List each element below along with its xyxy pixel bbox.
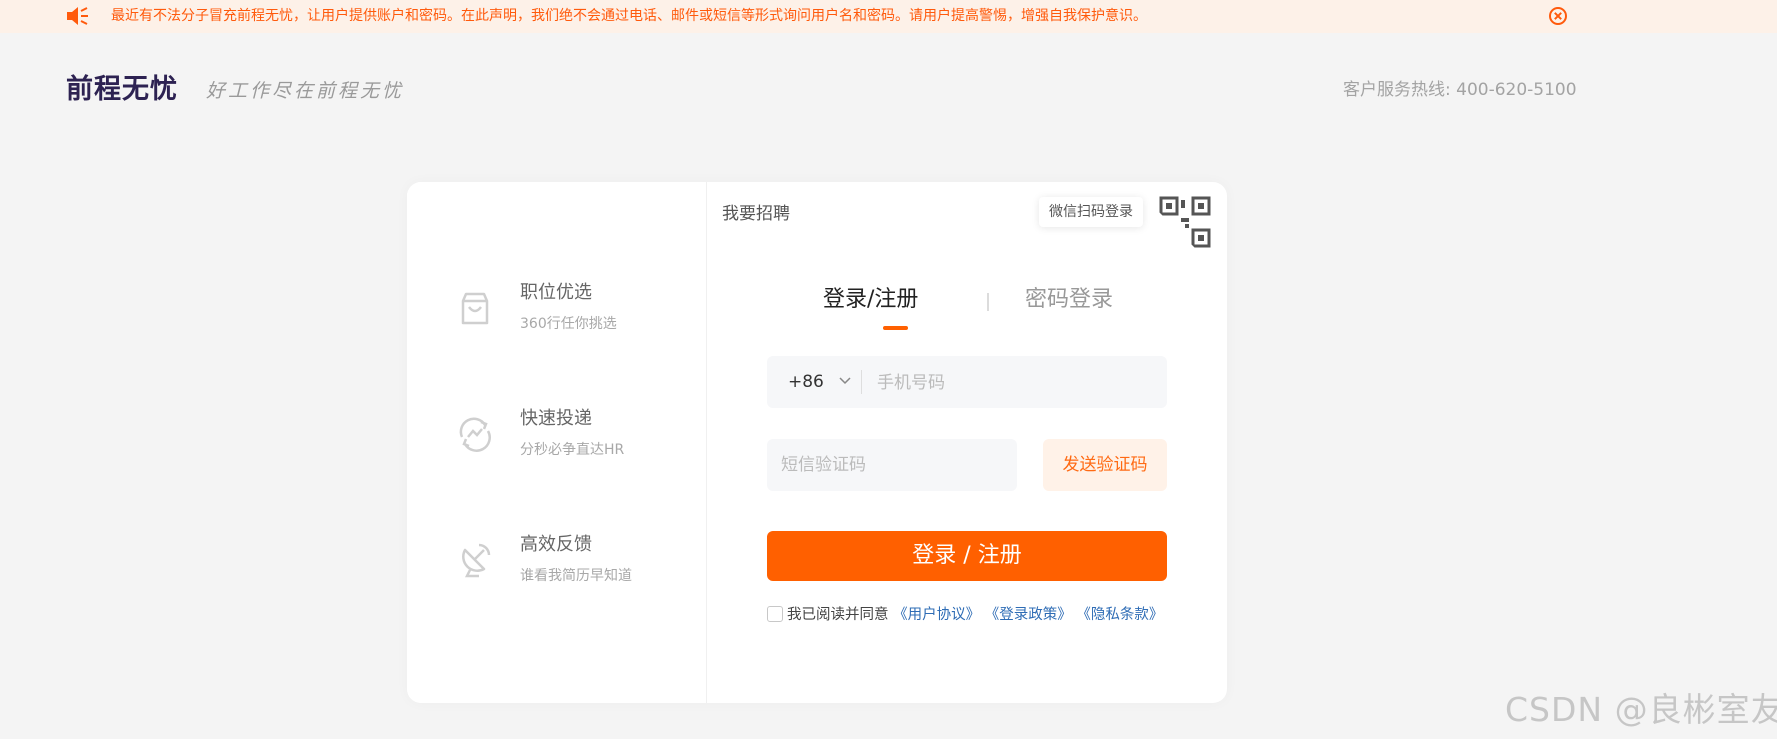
qr-code-icon[interactable] (1159, 196, 1211, 248)
phone-separator (861, 370, 862, 394)
refresh-chart-icon (459, 417, 491, 452)
phone-number-input[interactable] (875, 356, 1159, 410)
feature-subtitle: 360行任你挑选 (520, 316, 617, 332)
speaker-icon (67, 7, 88, 25)
privacy-terms-link[interactable]: 《隐私条款》 (1076, 607, 1163, 623)
chevron-down-icon (839, 377, 851, 385)
country-code-value: +86 (788, 372, 824, 392)
country-code-select[interactable]: +86 (767, 356, 863, 408)
feature-panel: 职位优选 360行任你挑选 快速投递 分秒必争直达HR 高效反馈 谁看我简历早知… (407, 182, 707, 703)
feature-title: 高效反馈 (520, 534, 592, 555)
wechat-login-tip[interactable]: 微信扫码登录 (1039, 197, 1143, 227)
recruit-link[interactable]: 我要招聘 (722, 204, 790, 224)
warning-banner: 最近有不法分子冒充前程无忧，让用户提供账户和密码。在此声明，我们绝不会通过电话、… (0, 0, 1777, 33)
agreement-checkbox[interactable] (767, 606, 783, 622)
tab-password-login[interactable]: 密码登录 (1025, 286, 1113, 314)
tab-divider (987, 293, 989, 311)
sms-code-input[interactable] (767, 439, 1017, 491)
active-tab-indicator (883, 326, 908, 330)
login-policy-link[interactable]: 《登录政策》 (985, 607, 1072, 623)
login-card: 职位优选 360行任你挑选 快速投递 分秒必争直达HR 高效反馈 谁看我简历早知… (407, 182, 1227, 703)
feature-title: 职位优选 (520, 282, 592, 303)
shopping-bag-icon (461, 292, 489, 325)
watermark: CSDN @良彬室友 (1505, 690, 1777, 729)
close-circle-icon[interactable] (1548, 6, 1568, 26)
site-slogan: 好工作尽在前程无忧 (206, 80, 405, 102)
phone-field: +86 (767, 356, 1167, 410)
warning-notice-text: 最近有不法分子冒充前程无忧，让用户提供账户和密码。在此声明，我们绝不会通过电话、… (111, 8, 1147, 24)
feature-title: 快速投递 (520, 408, 592, 429)
send-code-button[interactable]: 发送验证码 (1043, 439, 1167, 491)
feature-subtitle: 谁看我简历早知道 (520, 568, 632, 584)
agreement-text: 我已阅读并同意 (787, 607, 889, 623)
feature-subtitle: 分秒必争直达HR (520, 442, 625, 458)
tab-login-register[interactable]: 登录/注册 (823, 286, 918, 314)
login-tabs: 登录/注册 密码登录 (781, 286, 1197, 330)
agreement-row: 我已阅读并同意 《用户协议》 《登录政策》 《隐私条款》 (767, 603, 1167, 628)
satellite-dish-icon (462, 543, 491, 578)
user-agreement-link[interactable]: 《用户协议》 (893, 607, 980, 623)
customer-service-hotline: 客户服务热线: 400-620-5100 (1343, 80, 1577, 100)
site-logo[interactable]: 前程无忧 (66, 74, 178, 106)
login-register-button[interactable]: 登录 / 注册 (767, 531, 1167, 581)
